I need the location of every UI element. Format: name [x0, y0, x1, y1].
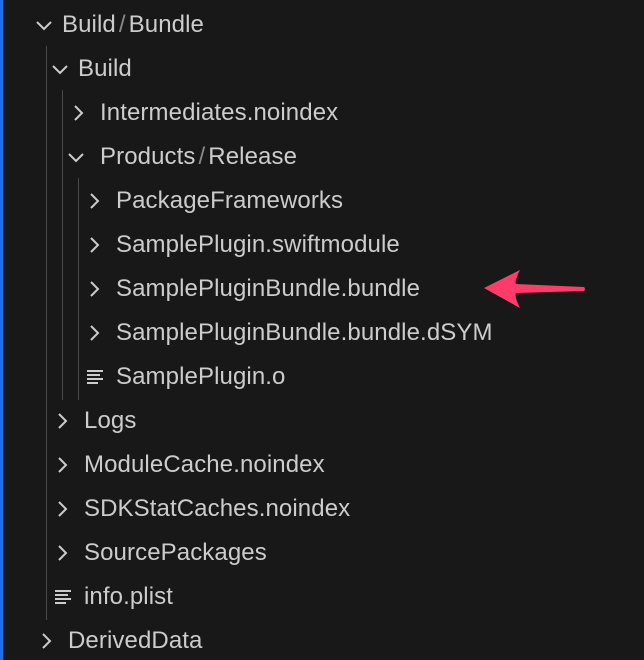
tree-item-label: Products / Release [100, 143, 298, 170]
tree-item-source-packages[interactable]: SourcePackages [0, 531, 644, 575]
tree-item-build[interactable]: Build [0, 47, 644, 91]
chevron-down-icon[interactable] [34, 3, 62, 47]
tree-item-label: ModuleCache.noindex [84, 451, 325, 478]
chevron-right-icon[interactable] [36, 619, 68, 660]
tree-item-build-bundle[interactable]: Build / Bundle [0, 3, 644, 47]
chevron-right-icon[interactable] [52, 487, 84, 531]
pointer-arrow-icon [484, 270, 585, 308]
tree-item-label: SamplePluginBundle.bundle.dSYM [116, 319, 493, 346]
tree-item-label: SourcePackages [84, 539, 267, 566]
tree-item-module-cache[interactable]: ModuleCache.noindex [0, 443, 644, 487]
tree-item-label: Intermediates.noindex [100, 99, 339, 126]
chevron-down-icon[interactable] [66, 135, 100, 179]
file-lines-icon [54, 575, 84, 619]
tree-item-derived-data[interactable]: DerivedData [0, 619, 644, 660]
tree-item-label: SamplePlugin.o [116, 363, 286, 390]
tree-item-bundle-dsym[interactable]: SamplePluginBundle.bundle.dSYM [0, 311, 644, 355]
file-explorer-tree: Build / Bundle Build Intermediates.noindex… [0, 0, 644, 660]
chevron-right-icon[interactable] [84, 223, 116, 267]
tree-item-label: Logs [84, 407, 137, 434]
tree-item-label: PackageFrameworks [116, 187, 344, 214]
chevron-right-icon[interactable] [84, 179, 116, 223]
tree-item-label: SamplePlugin.swiftmodule [116, 231, 400, 258]
tree-item-label: SamplePluginBundle.bundle [116, 275, 421, 302]
chevron-right-icon[interactable] [84, 267, 116, 311]
file-lines-icon [86, 355, 116, 399]
tree-item-label: info.plist [84, 583, 174, 610]
tree-item-label: Build [78, 55, 132, 82]
tree-item-label: DerivedData [68, 627, 203, 654]
chevron-right-icon[interactable] [52, 443, 84, 487]
tree-item-label: SDKStatCaches.noindex [84, 495, 351, 522]
tree-item-logs[interactable]: Logs [0, 399, 644, 443]
chevron-down-icon[interactable] [50, 47, 78, 91]
tree-item-label: Build / Bundle [62, 11, 204, 38]
tree-item-products-release[interactable]: Products / Release [0, 135, 644, 179]
chevron-right-icon[interactable] [68, 91, 100, 135]
tree-item-plugin-o[interactable]: SamplePlugin.o [0, 355, 644, 399]
tree-item-intermediates[interactable]: Intermediates.noindex [0, 91, 644, 135]
tree-item-package-frameworks[interactable]: PackageFrameworks [0, 179, 644, 223]
chevron-right-icon[interactable] [52, 531, 84, 575]
tree-item-info-plist[interactable]: info.plist [0, 575, 644, 619]
chevron-right-icon[interactable] [84, 311, 116, 355]
tree-item-swiftmodule[interactable]: SamplePlugin.swiftmodule [0, 223, 644, 267]
chevron-right-icon[interactable] [52, 399, 84, 443]
tree-item-sdk-stat-caches[interactable]: SDKStatCaches.noindex [0, 487, 644, 531]
